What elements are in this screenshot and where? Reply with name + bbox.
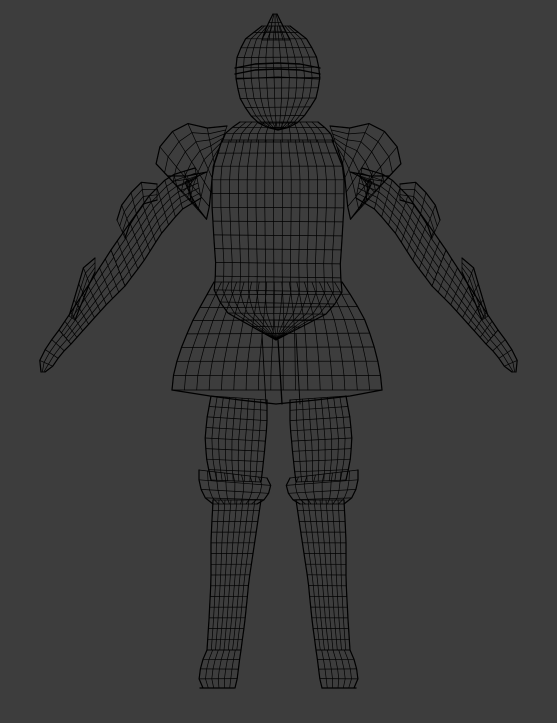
helmet-dome-ring [250,115,305,117]
viewport-canvas[interactable] [0,0,557,723]
helmet-dome-ring [237,87,319,89]
3d-viewport[interactable] [0,0,557,723]
helmet-dome-ring [236,56,317,58]
